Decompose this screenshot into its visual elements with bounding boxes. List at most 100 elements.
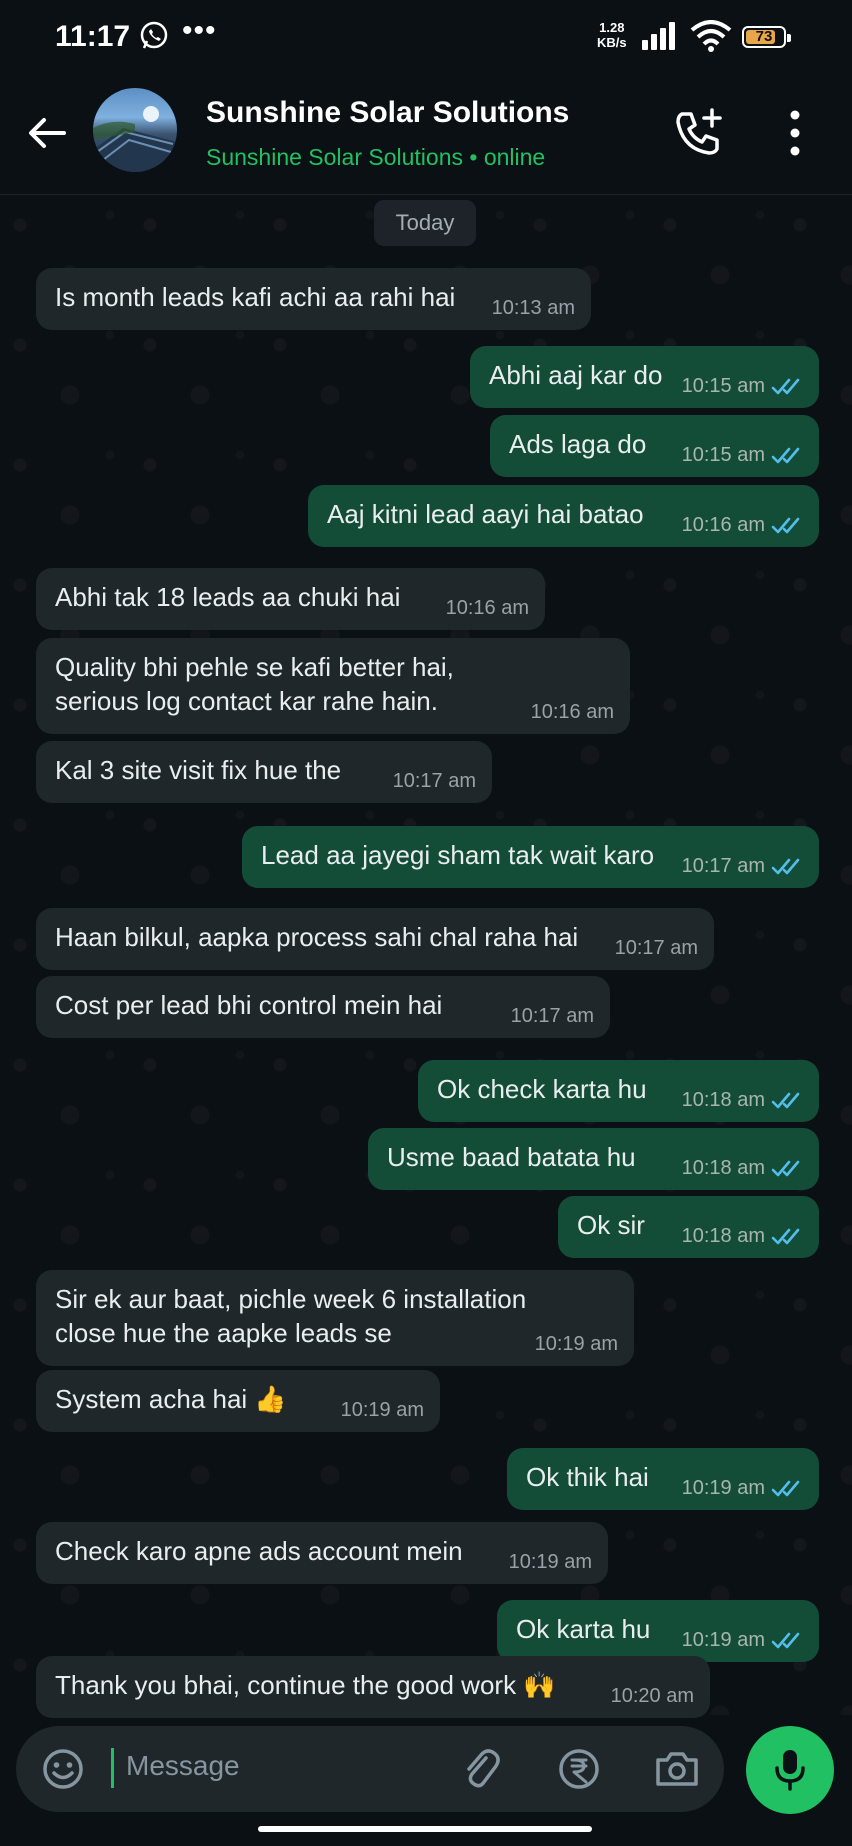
message-time: 10:17 am: [681, 855, 765, 877]
incoming-message[interactable]: System acha hai 👍 10:19 am: [36, 1370, 440, 1432]
message-meta: 10:20 am: [611, 1685, 694, 1708]
message-text: System acha hai 👍: [55, 1384, 287, 1414]
message-text: Ads laga do: [509, 429, 647, 459]
message-time: 10:15 am: [681, 444, 765, 466]
read-receipt-icon: [771, 1480, 800, 1496]
outgoing-message[interactable]: Ok thik hai 10:19 am: [507, 1448, 819, 1510]
add-call-icon[interactable]: [672, 106, 726, 160]
message-meta: 10:19 am: [341, 1399, 424, 1422]
battery-level: 73: [755, 28, 773, 45]
message-input[interactable]: Message: [126, 1750, 240, 1782]
message-meta: 10:16 am: [446, 597, 529, 620]
more-notifications-icon: •••: [182, 14, 217, 47]
signal-icon: [642, 22, 675, 50]
message-text: close hue the aapke leads se: [55, 1318, 392, 1348]
message-meta: 10:19 am: [682, 1629, 803, 1652]
message-text: Thank you bhai, continue the good work 🙌: [55, 1670, 556, 1700]
message-meta: 10:16 am: [682, 514, 803, 537]
message-time: 10:18 am: [681, 1225, 765, 1247]
outgoing-message[interactable]: Lead aa jayegi sham tak wait karo 10:17 a…: [242, 826, 819, 888]
message-time: 10:15 am: [681, 375, 765, 397]
message-meta: 10:18 am: [682, 1089, 803, 1112]
outgoing-message[interactable]: Ok karta hu 10:19 am: [497, 1600, 819, 1662]
attach-icon[interactable]: [456, 1744, 506, 1794]
emoji-icon[interactable]: [38, 1744, 88, 1794]
chat-header: Sunshine Solar Solutions Sunshine Solar …: [0, 72, 852, 195]
incoming-message[interactable]: Cost per lead bhi control mein hai 10:17 …: [36, 976, 610, 1038]
incoming-message[interactable]: Is month leads kafi achi aa rahi hai 10:1…: [36, 268, 591, 330]
whatsapp-notification-icon: [140, 21, 168, 49]
incoming-message[interactable]: Haan bilkul, aapka process sahi chal rah…: [36, 908, 714, 970]
date-divider: Today: [374, 200, 476, 246]
message-meta: 10:15 am: [682, 444, 803, 467]
incoming-message[interactable]: Abhi tak 18 leads aa chuki hai 10:16 am: [36, 568, 545, 630]
outgoing-message[interactable]: Aaj kitni lead aayi hai batao 10:16 am: [308, 485, 819, 547]
outgoing-message[interactable]: Ads laga do 10:15 am: [490, 415, 819, 477]
contact-avatar[interactable]: [93, 88, 177, 172]
incoming-message[interactable]: Kal 3 site visit fix hue the 10:17 am: [36, 741, 492, 803]
message-text: Aaj kitni lead aayi hai batao: [327, 499, 644, 529]
message-meta: 10:15 am: [682, 375, 803, 398]
message-time: 10:17 am: [614, 937, 698, 959]
message-text: Cost per lead bhi control mein hai: [55, 990, 443, 1020]
read-receipt-icon: [771, 447, 800, 463]
message-meta: 10:19 am: [535, 1333, 618, 1356]
outgoing-message[interactable]: Usme baad batata hu 10:18 am: [368, 1128, 819, 1190]
status-time: 11:17: [55, 20, 131, 53]
incoming-message[interactable]: Check karo apne ads account mein 10:19 am: [36, 1522, 608, 1584]
contact-name[interactable]: Sunshine Solar Solutions: [206, 96, 569, 130]
rupee-payment-icon[interactable]: [554, 1744, 604, 1794]
message-text: Ok thik hai: [526, 1462, 649, 1492]
message-time: 10:16 am: [681, 514, 765, 536]
message-time: 10:19 am: [681, 1477, 765, 1499]
message-text: serious log contact kar rahe hain.: [55, 686, 438, 716]
incoming-message[interactable]: Quality bhi pehle se kafi better hai, ser…: [36, 638, 630, 734]
message-time: 10:13 am: [491, 297, 575, 319]
voice-record-button[interactable]: [746, 1726, 834, 1814]
outgoing-message[interactable]: Abhi aaj kar do 10:15 am: [470, 346, 819, 408]
message-composer: Message: [16, 1726, 724, 1812]
more-options-icon[interactable]: [778, 106, 812, 160]
message-text: Ok sir: [577, 1210, 645, 1240]
message-time: 10:17 am: [510, 1005, 594, 1027]
text-cursor: [111, 1748, 114, 1788]
read-receipt-icon: [771, 517, 800, 533]
read-receipt-icon: [771, 1092, 800, 1108]
back-arrow-icon[interactable]: [24, 110, 70, 156]
incoming-message[interactable]: Sir ek aur baat, pichle week 6 installat…: [36, 1270, 634, 1366]
message-text: Kal 3 site visit fix hue the: [55, 755, 342, 785]
message-text: Usme baad batata hu: [387, 1142, 636, 1172]
message-text: Abhi aaj kar do: [489, 360, 663, 390]
camera-icon[interactable]: [652, 1744, 702, 1794]
message-text: Lead aa jayegi sham tak wait karo: [261, 840, 655, 870]
read-receipt-icon: [771, 1228, 800, 1244]
read-receipt-icon: [771, 378, 800, 394]
message-meta: 10:19 am: [509, 1551, 592, 1574]
wifi-icon: [690, 20, 732, 52]
outgoing-message[interactable]: Ok check karta hu 10:18 am: [418, 1060, 819, 1122]
message-text: Abhi tak 18 leads aa chuki hai: [55, 582, 401, 612]
message-text: Ok check karta hu: [437, 1074, 647, 1104]
message-text: Sir ek aur baat, pichle week 6 installat…: [55, 1284, 527, 1314]
network-speed: 1.28 KB/s: [597, 20, 627, 50]
message-meta: 10:17 am: [682, 855, 803, 878]
contact-status: Sunshine Solar Solutions • online: [206, 144, 546, 170]
message-meta: 10:16 am: [531, 701, 614, 724]
message-time: 10:19 am: [534, 1333, 618, 1355]
home-indicator[interactable]: [258, 1826, 592, 1832]
message-time: 10:19 am: [681, 1629, 765, 1651]
message-time: 10:19 am: [340, 1399, 424, 1421]
message-text: Ok karta hu: [516, 1614, 651, 1644]
message-time: 10:18 am: [681, 1157, 765, 1179]
message-time: 10:16 am: [530, 701, 614, 723]
message-text: Is month leads kafi achi aa rahi hai: [55, 282, 456, 312]
outgoing-message[interactable]: Ok sir 10:18 am: [558, 1196, 819, 1258]
message-text: Haan bilkul, aapka process sahi chal rah…: [55, 922, 579, 952]
message-time: 10:17 am: [392, 770, 476, 792]
battery-icon: 73: [742, 26, 791, 48]
incoming-message[interactable]: Thank you bhai, continue the good work 🙌…: [36, 1656, 710, 1718]
message-meta: 10:19 am: [682, 1477, 803, 1500]
message-time: 10:19 am: [508, 1551, 592, 1573]
read-receipt-icon: [771, 1632, 800, 1648]
message-meta: 10:13 am: [492, 297, 575, 320]
